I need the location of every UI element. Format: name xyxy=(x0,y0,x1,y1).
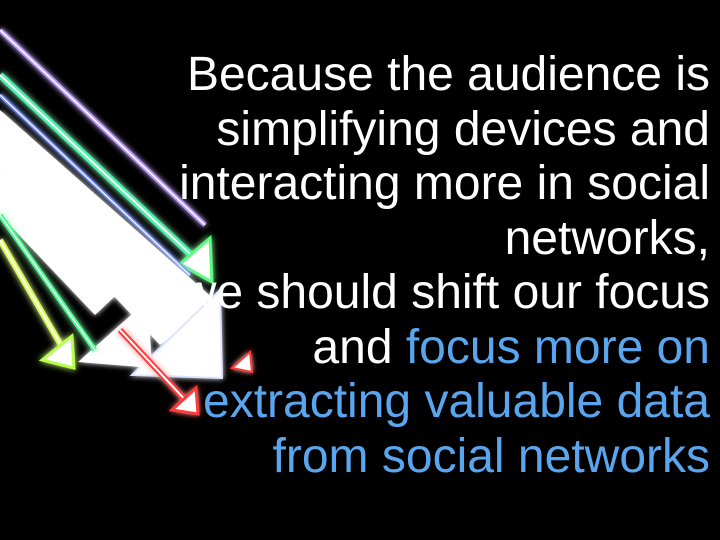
text-line-7: extracting valuable data xyxy=(203,375,710,428)
text-line-8: from social networks xyxy=(272,429,710,483)
text-line-5: we should shift our focus xyxy=(181,266,710,319)
text-line-6: and focus more on xyxy=(70,321,710,376)
slide-body-text: Because the audience is simplifying devi… xyxy=(70,48,710,484)
text-line-2: simplifying devices and xyxy=(216,102,710,156)
slide: Because the audience is simplifying devi… xyxy=(0,0,720,540)
text-line-6-plain: and xyxy=(312,320,406,374)
text-line-4: networks, xyxy=(504,211,710,265)
text-line-3: interacting more in social xyxy=(179,157,710,210)
text-line-6-highlight: focus more on xyxy=(405,320,710,374)
text-line-1: Because the audience is xyxy=(186,48,710,101)
